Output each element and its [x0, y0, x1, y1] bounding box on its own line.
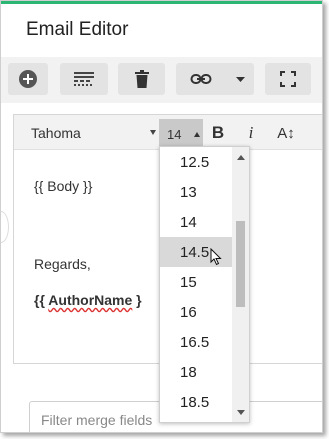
link-icon — [190, 70, 212, 88]
chevron-up-icon — [194, 132, 200, 137]
scroll-up-icon[interactable] — [237, 155, 245, 160]
format-bar: Tahoma 14 B i A↕ — [14, 115, 322, 150]
side-handle[interactable] — [1, 211, 9, 243]
font-size-option[interactable]: 15 — [160, 267, 232, 297]
author-merge-field: {{ AuthorName } — [34, 292, 142, 308]
regards-text: Regards, — [34, 256, 91, 272]
delete-button[interactable] — [118, 63, 165, 95]
font-size-option[interactable]: 16 — [160, 297, 232, 327]
chevron-down-icon — [236, 77, 245, 82]
font-size-option[interactable]: 16.5 — [160, 327, 232, 357]
scrollbar-thumb[interactable] — [236, 221, 245, 307]
editor-toolbar — [1, 57, 322, 103]
font-size-option[interactable]: 18 — [160, 357, 232, 387]
font-size-option[interactable]: 13 — [160, 177, 232, 207]
mouse-pointer-icon — [210, 247, 222, 271]
formatting-button[interactable] — [60, 63, 108, 95]
fullscreen-button[interactable] — [265, 63, 311, 95]
accent-bar — [1, 1, 322, 4]
email-editor-window: Email Editor Tahoma 14 B i A↕ {{Body}}… — [0, 0, 323, 433]
insert-link-button[interactable] — [190, 70, 212, 88]
font-family-select[interactable]: Tahoma — [19, 115, 159, 150]
font-size-value: 14 — [167, 127, 182, 142]
expand-icon — [280, 71, 296, 87]
font-family-value: Tahoma — [31, 124, 81, 141]
italic-button[interactable]: i — [246, 119, 256, 147]
author-close: } — [132, 292, 142, 308]
add-button[interactable] — [8, 63, 48, 95]
more-dropdown-button[interactable] — [236, 77, 245, 82]
author-open: {{ — [34, 292, 49, 308]
author-name: AuthorName — [48, 292, 133, 308]
text-formatting-icon — [74, 72, 94, 86]
chevron-down-icon — [150, 130, 156, 135]
font-size-option[interactable]: 18.5 — [160, 387, 232, 417]
body-merge-field: {{ Body }} — [34, 178, 93, 194]
trash-icon — [134, 70, 149, 88]
font-size-option[interactable]: 14 — [160, 207, 232, 237]
change-case-button[interactable]: A↕ — [276, 119, 296, 147]
link-group — [176, 63, 254, 95]
font-size-dropdown: 12.5 13 14 14.5 15 16 16.5 18 18.5 — [159, 146, 250, 423]
bold-button[interactable]: B — [211, 119, 225, 147]
scroll-down-icon[interactable] — [237, 410, 245, 415]
page-title: Email Editor — [26, 19, 129, 40]
plus-circle-icon — [18, 69, 38, 89]
font-size-option[interactable]: 12.5 — [160, 147, 232, 177]
